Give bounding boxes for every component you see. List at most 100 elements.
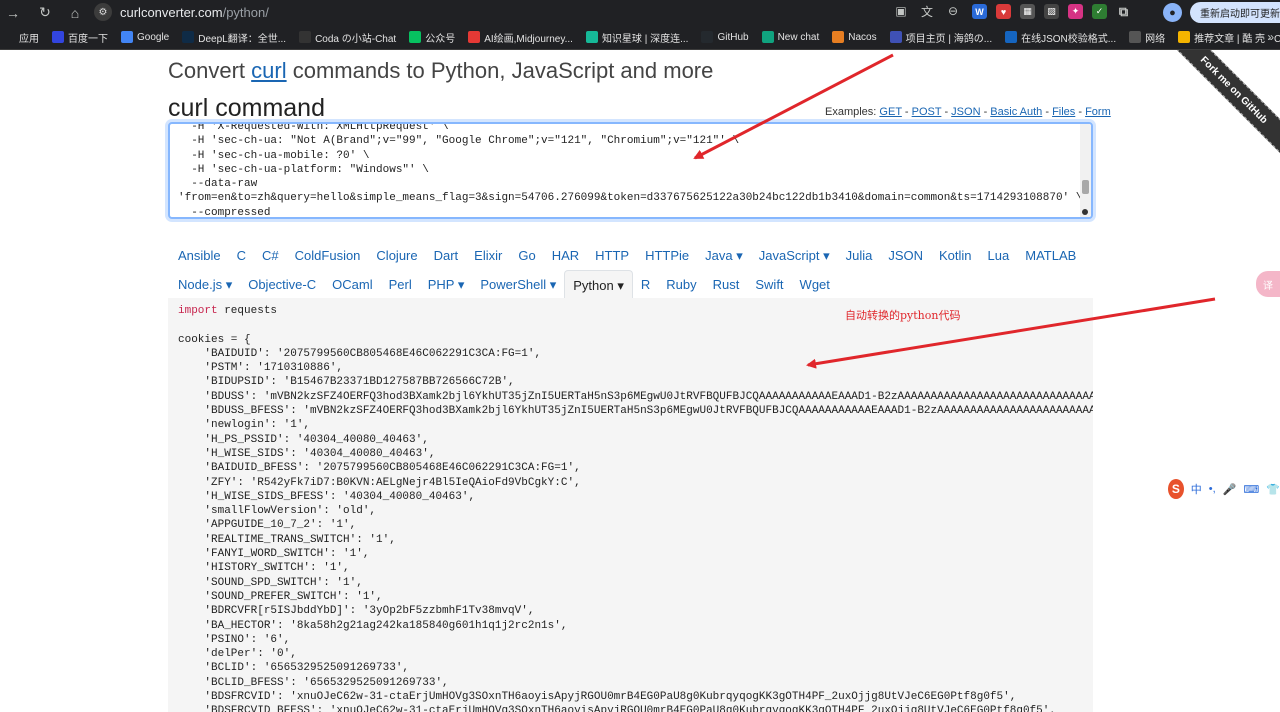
ime-item-icon[interactable]: 🎤 — [1223, 483, 1237, 496]
code-line: 'BDUSS': 'mVBN2kzSFZ4OERFQ3hod3BXamk2bjl… — [178, 390, 1093, 403]
language-tab[interactable]: OCaml — [324, 270, 380, 299]
language-tab[interactable]: R — [633, 270, 658, 299]
profile-avatar-icon[interactable]: ● — [1163, 3, 1182, 22]
bookmark-item[interactable]: 网络 — [1129, 30, 1165, 45]
language-tab[interactable]: Lua — [980, 241, 1018, 270]
ime-item-icon[interactable]: ⌨ — [1243, 483, 1259, 496]
language-tab[interactable]: PowerShell ▾ — [472, 270, 564, 299]
extension-green-icon[interactable]: ✓ — [1092, 4, 1107, 19]
input-scrollbar[interactable] — [1080, 124, 1091, 217]
language-tab[interactable]: JSON — [880, 241, 931, 270]
language-tab[interactable]: Ansible — [170, 241, 229, 270]
ime-item-icon[interactable]: 中 — [1191, 481, 1202, 497]
language-tab[interactable]: MATLAB — [1017, 241, 1084, 270]
language-tab[interactable]: Node.js ▾ — [170, 270, 240, 299]
curl-input-line: 'from=en&to=zh&query=hello&simple_means_… — [178, 192, 1083, 205]
bookmark-item[interactable]: 推荐文章 | 酷 壳 - C... — [1178, 30, 1280, 45]
code-line: 'newlogin': '1', — [178, 419, 311, 432]
language-tab[interactable]: HTTPie — [637, 241, 697, 270]
bookmark-label: DeepL翻译：全世... — [198, 33, 287, 45]
translate-side-tab[interactable]: 译 — [1256, 271, 1280, 297]
language-tab[interactable]: Elixir — [466, 241, 510, 270]
site-info-icon[interactable]: ⚙ — [94, 3, 112, 21]
language-tab[interactable]: ColdFusion — [287, 241, 369, 270]
update-button[interactable]: 重新启动即可更新 — [1190, 2, 1280, 23]
bookmark-item[interactable]: 百度一下 — [52, 30, 108, 45]
address-bar[interactable]: ⚙ curlconverter.com/python/ — [90, 1, 960, 23]
example-link[interactable]: Basic Auth — [990, 106, 1042, 118]
input-scrollbar-thumb[interactable] — [1082, 180, 1089, 194]
curl-command-input[interactable]: -H 'X-Requested-With: XMLHttpRequest' \ … — [168, 122, 1093, 219]
language-tab[interactable]: Python ▾ — [564, 270, 633, 299]
reload-icon[interactable]: ↻ — [32, 0, 58, 25]
example-link[interactable]: GET — [879, 106, 901, 118]
example-link[interactable]: Files — [1052, 106, 1075, 118]
language-tab[interactable]: Objective-C — [240, 270, 324, 299]
curl-input-line: --data-raw — [178, 178, 258, 191]
extension-w-icon[interactable]: W — [972, 4, 987, 19]
bookmark-item[interactable]: New chat — [761, 31, 819, 43]
language-tab[interactable]: C# — [254, 241, 287, 270]
language-tab[interactable]: Wget — [792, 270, 838, 299]
python-output[interactable]: import requests cookies = { 'BAIDUID': '2… — [168, 298, 1093, 712]
extension-pink-icon[interactable]: ✦ — [1068, 4, 1083, 19]
language-tab[interactable]: Clojure — [368, 241, 425, 270]
language-tab[interactable]: HAR — [544, 241, 587, 270]
language-tab[interactable]: Kotlin — [931, 241, 980, 270]
language-tab[interactable]: Rust — [705, 270, 748, 299]
example-link[interactable]: POST — [912, 106, 942, 118]
bookmark-item[interactable]: 项目主页 | 海鸽の... — [889, 30, 992, 45]
example-link[interactable]: Form — [1085, 106, 1111, 118]
language-tab[interactable]: HTTP — [587, 241, 637, 270]
code-line: 'BCLID': '6565329525091269733', — [178, 662, 410, 675]
curl-command-text[interactable]: -H 'X-Requested-With: XMLHttpRequest' \ … — [178, 124, 1083, 217]
language-tab[interactable]: Java ▾ — [697, 241, 751, 270]
ime-item-icon[interactable]: •, — [1209, 483, 1216, 495]
language-tab[interactable]: Perl — [381, 270, 420, 299]
fork-on-github-ribbon[interactable]: Fork me on GitHub — [1161, 50, 1280, 163]
language-tab[interactable]: Dart — [426, 241, 467, 270]
language-tab[interactable]: Julia — [838, 241, 881, 270]
ime-item-icon[interactable]: 👕 — [1266, 483, 1280, 496]
google-icon — [121, 31, 133, 43]
forward-icon[interactable]: → — [0, 0, 26, 25]
resize-handle-icon[interactable] — [1082, 209, 1088, 215]
extension-grid-icon[interactable]: ▦ — [1020, 4, 1035, 19]
kuke-icon — [1178, 31, 1191, 43]
bookmark-label: GitHub — [717, 31, 749, 43]
bookmark-item[interactable]: GitHub — [701, 31, 749, 43]
bookmark-item[interactable]: DeepL翻译：全世... — [182, 30, 286, 45]
example-link[interactable]: JSON — [951, 106, 980, 118]
code-line: 'REALTIME_TRANS_SWITCH': '1', — [178, 533, 396, 546]
code-line: 'H_PS_PSSID': '40304_40080_40463', — [178, 433, 429, 446]
language-tab[interactable]: PHP ▾ — [420, 270, 473, 299]
screenshot-icon[interactable]: ▣ — [893, 3, 909, 19]
extensions-puzzle-icon[interactable]: ⧉ — [1116, 4, 1131, 19]
bookmark-item[interactable]: Google — [121, 31, 169, 43]
code-line: 'BCLID_BFESS': '6565329525091269733', — [178, 676, 449, 689]
language-tab[interactable]: Go — [510, 241, 543, 270]
bookmark-item[interactable]: 应用 — [3, 30, 39, 45]
zoom-icon[interactable]: ⊖ — [945, 3, 961, 19]
bookmark-item[interactable]: 公众号 — [409, 30, 455, 45]
bookmark-item[interactable]: AI绘画,Midjourney... — [468, 30, 573, 45]
home-icon[interactable]: ⌂ — [62, 0, 88, 25]
extension-pocket-icon[interactable]: ♥ — [996, 4, 1011, 19]
bookmark-item[interactable]: 知识星球 | 深度连... — [585, 30, 688, 45]
bookmark-label: 网络 — [1145, 33, 1166, 45]
more-bookmarks-icon[interactable]: » — [1267, 30, 1274, 44]
bookmark-item[interactable]: Coda の小站-Chat — [299, 30, 396, 45]
bookmark-item[interactable]: Nacos — [832, 31, 877, 43]
bookmark-item[interactable]: 在线JSON校验格式... — [1005, 30, 1116, 45]
translate-icon[interactable]: 文 — [919, 3, 935, 19]
language-tab[interactable]: Ruby — [658, 270, 704, 299]
language-tab[interactable]: Swift — [747, 270, 791, 299]
bookmarks-bar: 应用 百度一下 Google DeepL翻译：全世... Coda の小站-Chat 公众… — [0, 25, 1280, 50]
language-tab[interactable]: JavaScript ▾ — [751, 241, 838, 270]
sogou-ime-logo-icon[interactable]: S — [1168, 479, 1184, 499]
curl-link[interactable]: curl — [251, 58, 286, 83]
url-text: curlconverter.com/python/ — [120, 4, 269, 20]
code-line: 'APPGUIDE_10_7_2': '1', — [178, 519, 357, 532]
language-tab[interactable]: C — [229, 241, 254, 270]
extension-image-icon[interactable]: ▨ — [1044, 4, 1059, 19]
